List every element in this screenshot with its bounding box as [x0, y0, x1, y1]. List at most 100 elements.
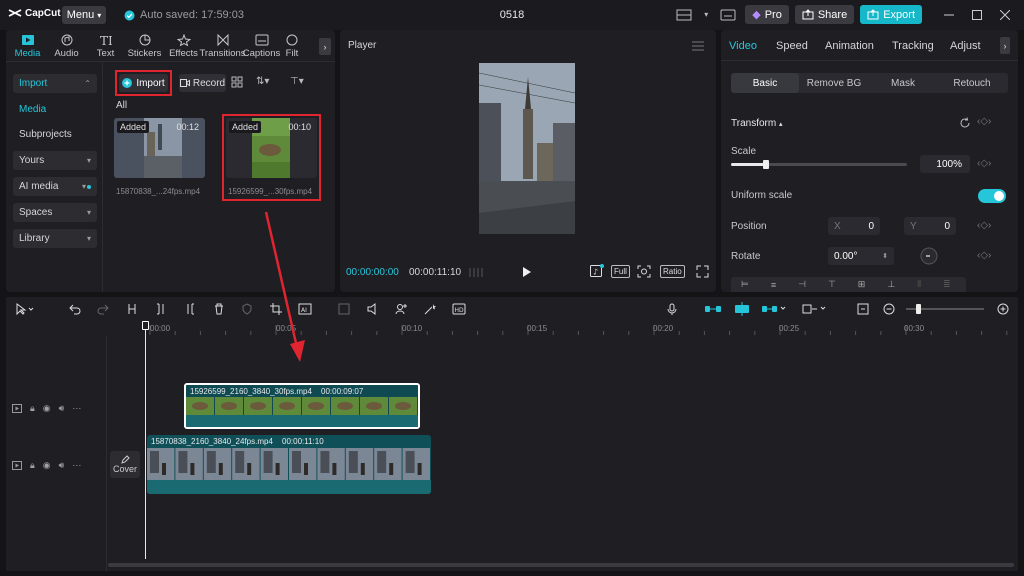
- undo-icon[interactable]: [67, 301, 83, 317]
- main-track-magnet-icon[interactable]: [703, 301, 723, 317]
- play-icon[interactable]: [522, 266, 532, 278]
- export-button[interactable]: Export: [860, 5, 922, 24]
- zoom-in-icon[interactable]: [995, 301, 1011, 317]
- preview-axis-icon[interactable]: [801, 301, 829, 317]
- tab-media[interactable]: Media: [8, 30, 47, 62]
- transform-section[interactable]: Transform ▴: [731, 118, 783, 129]
- rotate-dial-icon[interactable]: [920, 247, 938, 265]
- props-scroll-right-button[interactable]: ›: [1000, 37, 1010, 54]
- audio-split-icon[interactable]: [364, 301, 380, 317]
- align-middle-icon[interactable]: ⊞: [858, 279, 866, 290]
- media-item[interactable]: Added 00:12: [114, 118, 205, 178]
- hamburger-icon[interactable]: [692, 41, 704, 51]
- tab-speed[interactable]: Speed: [776, 40, 808, 52]
- minimize-icon[interactable]: [938, 5, 960, 24]
- ratio-button[interactable]: Ratio: [660, 265, 685, 278]
- tiktok-icon[interactable]: ♪: [590, 264, 604, 278]
- tab-effects[interactable]: Effects: [164, 30, 203, 62]
- import-button[interactable]: Import: [119, 74, 168, 92]
- timeline-scrollbar[interactable]: [108, 563, 1014, 567]
- video-track-icon[interactable]: [12, 403, 22, 413]
- align-right-icon[interactable]: ⊣: [798, 279, 806, 290]
- subtab-mask[interactable]: Mask: [869, 73, 937, 93]
- lock-icon[interactable]: 🔒︎: [30, 403, 35, 414]
- playhead-handle[interactable]: [142, 321, 149, 330]
- share-button[interactable]: Share: [794, 5, 855, 24]
- tab-adjust[interactable]: Adjust: [950, 40, 981, 52]
- select-tool-icon[interactable]: [12, 301, 38, 317]
- subtab-remove-bg[interactable]: Remove BG: [800, 73, 868, 93]
- media-item[interactable]: Added 00:10: [226, 118, 317, 178]
- redo-icon[interactable]: [95, 301, 111, 317]
- sidebar-item-subprojects[interactable]: Subprojects: [13, 125, 97, 144]
- zoom-slider-knob[interactable]: [916, 304, 921, 314]
- add-person-icon[interactable]: [393, 301, 409, 317]
- speaker-icon[interactable]: 🔊︎: [59, 403, 65, 414]
- video-clip[interactable]: 15870838_2160_3840_24fps.mp4 00:00:11:10: [147, 435, 431, 494]
- split-icon[interactable]: [124, 301, 140, 317]
- pro-button[interactable]: ◆ Pro: [745, 5, 789, 24]
- video-preview[interactable]: [479, 63, 575, 234]
- position-y-input[interactable]: Y0: [904, 217, 956, 235]
- align-left-icon[interactable]: ⊨: [741, 279, 749, 290]
- lock-icon[interactable]: 🔒︎: [30, 460, 35, 471]
- tab-text[interactable]: TI Text: [86, 30, 125, 62]
- more-icon[interactable]: ···: [72, 460, 81, 470]
- tab-transitions[interactable]: Transitions: [199, 30, 246, 62]
- fullscreen-icon[interactable]: [696, 265, 709, 278]
- magic-wand-icon[interactable]: [422, 301, 438, 317]
- auto-snap-icon[interactable]: [732, 301, 752, 317]
- align-center-icon[interactable]: ≡: [771, 280, 776, 290]
- reset-icon[interactable]: [959, 117, 971, 129]
- tab-animation[interactable]: Animation: [825, 40, 874, 52]
- maximize-icon[interactable]: [966, 5, 988, 24]
- keyframe-icon[interactable]: ‹◇›: [977, 220, 991, 231]
- sidebar-item-import[interactable]: Import ⌃: [13, 74, 97, 93]
- layout-icon[interactable]: [673, 5, 695, 24]
- sidebar-item-media[interactable]: Media: [13, 100, 97, 119]
- filter-all-label[interactable]: All: [116, 100, 127, 111]
- tab-captions[interactable]: Captions: [242, 30, 281, 62]
- linkage-icon[interactable]: [760, 301, 788, 317]
- split-left-icon[interactable]: [153, 301, 169, 317]
- close-icon[interactable]: [994, 5, 1016, 24]
- eye-icon[interactable]: ◉: [43, 403, 51, 414]
- freeze-frame-icon[interactable]: [336, 301, 352, 317]
- layout-dropdown-icon[interactable]: ▾: [701, 5, 711, 24]
- sidebar-item-library[interactable]: Library ▾: [13, 229, 97, 248]
- position-x-input[interactable]: X0: [828, 217, 880, 235]
- keyframe-icon[interactable]: ‹◇›: [977, 116, 991, 127]
- hd-icon[interactable]: HD: [451, 301, 467, 317]
- distribute-h-icon[interactable]: ⫴: [917, 279, 921, 290]
- fit-icon[interactable]: [637, 265, 651, 278]
- microphone-icon[interactable]: [664, 301, 680, 317]
- delete-icon[interactable]: [211, 301, 227, 317]
- scale-slider[interactable]: [731, 160, 907, 169]
- tab-tracking[interactable]: Tracking: [892, 40, 934, 52]
- uniform-scale-toggle[interactable]: [978, 189, 1006, 203]
- scale-slider-knob[interactable]: [763, 160, 770, 169]
- subtab-basic[interactable]: Basic: [731, 73, 799, 93]
- tab-stickers[interactable]: Stickers: [125, 30, 164, 62]
- grid-view-icon[interactable]: [231, 76, 243, 88]
- timecode-grid-icon[interactable]: [468, 267, 484, 278]
- align-bottom-icon[interactable]: ⊥: [887, 279, 895, 290]
- sidebar-item-ai-media[interactable]: AI media ▾: [13, 177, 97, 196]
- scale-input[interactable]: 100%: [920, 155, 970, 173]
- record-button[interactable]: Record: [179, 74, 226, 92]
- subtab-retouch[interactable]: Retouch: [938, 73, 1006, 93]
- filter-icon[interactable]: ⊤▾: [290, 76, 304, 87]
- zoom-out-icon[interactable]: [881, 301, 897, 317]
- eye-icon[interactable]: ◉: [43, 460, 51, 471]
- timeline-ruler[interactable]: 00:00 00:05 00:10 00:15 00:20 00:25 00:3…: [106, 321, 1018, 335]
- rotate-input[interactable]: 0.00° ⬍: [828, 247, 894, 265]
- full-quality-button[interactable]: Full: [611, 265, 630, 278]
- video-track-icon[interactable]: [12, 460, 22, 470]
- sort-icon[interactable]: ⇅▾: [256, 76, 269, 87]
- distribute-v-icon[interactable]: ≣: [943, 279, 951, 290]
- keyframe-icon[interactable]: ‹◇›: [977, 158, 991, 169]
- fit-timeline-icon[interactable]: [855, 301, 871, 317]
- tab-audio[interactable]: Audio: [47, 30, 86, 62]
- align-top-icon[interactable]: ⊤: [828, 279, 836, 290]
- more-icon[interactable]: ···: [72, 403, 81, 413]
